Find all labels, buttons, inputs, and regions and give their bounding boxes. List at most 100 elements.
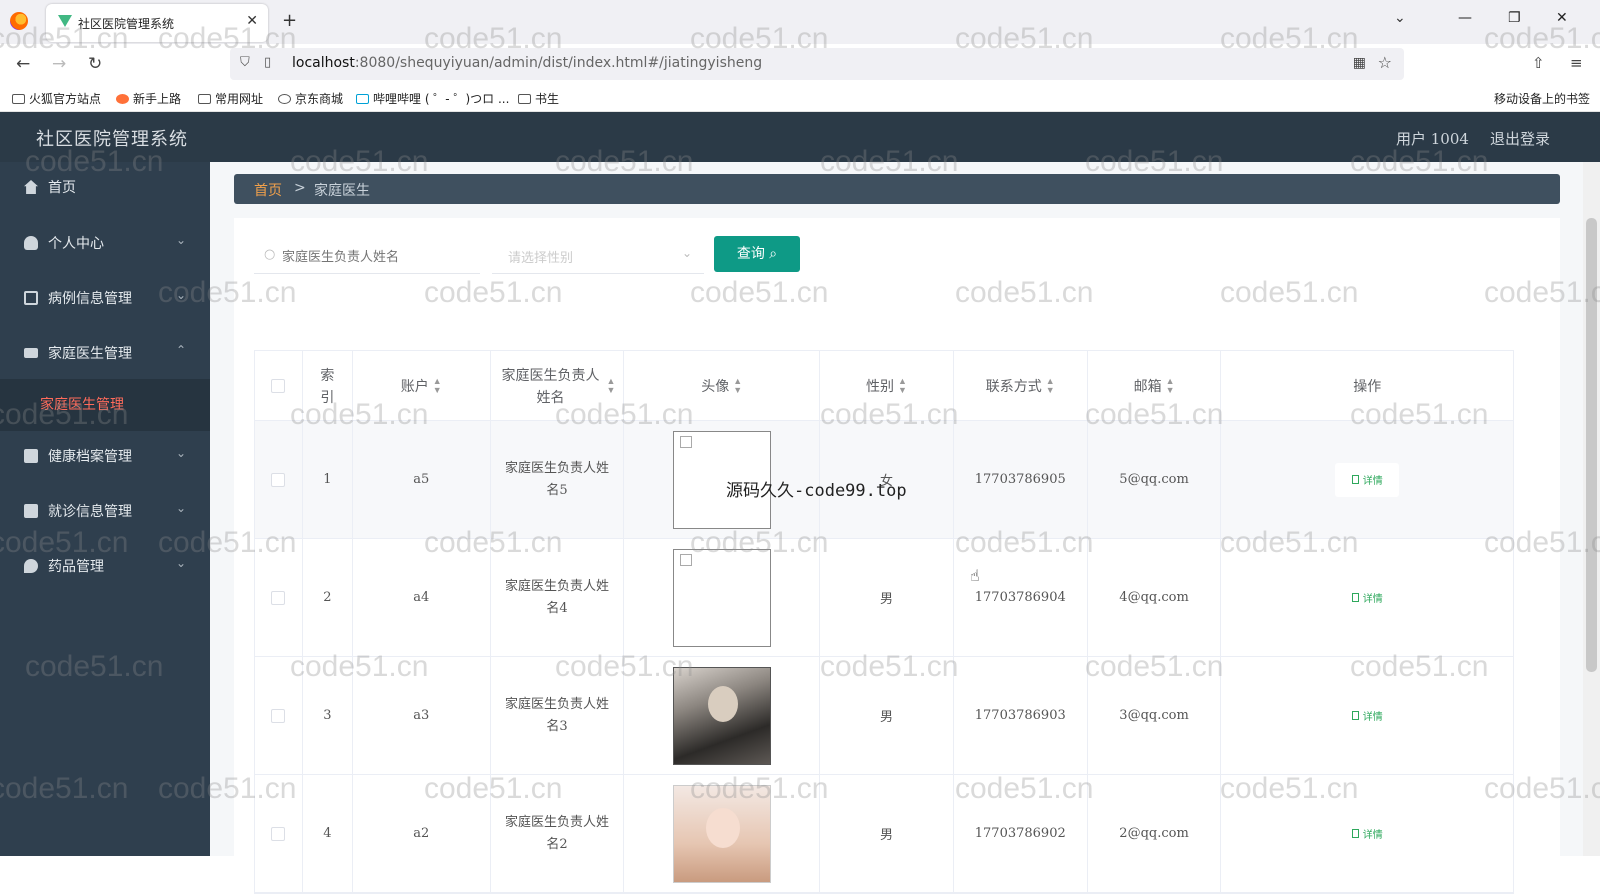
browser-tab[interactable]: 社区医院管理系统 ✕ (46, 4, 268, 42)
sort-icon[interactable]: ▲ ▼ (1046, 376, 1055, 395)
bilibili-icon (356, 94, 369, 104)
list-tabs-icon[interactable]: ⌄ (1394, 10, 1406, 26)
row-checkbox[interactable] (271, 826, 286, 841)
folder-icon (518, 94, 531, 104)
bookmark-item[interactable]: 新手上路 (116, 90, 181, 107)
url-text[interactable]: localhost:8080/shequyiyuan/admin/dist/in… (292, 55, 762, 71)
row-name-cell: 家庭医生负责人姓名3 (491, 657, 625, 774)
header-index: 索引 (303, 351, 353, 420)
query-button[interactable]: 查询 ⌕ (714, 236, 800, 272)
document-icon (1351, 829, 1359, 838)
sidebar-item-case-info[interactable]: 病例信息管理 ⌄ (0, 273, 210, 325)
row-select-cell (255, 421, 303, 538)
header-phone[interactable]: 联系方式 ▲ ▼ (954, 351, 1088, 420)
forward-icon[interactable]: → (52, 54, 66, 74)
document-icon (1351, 593, 1359, 602)
row-checkbox[interactable] (271, 708, 286, 723)
row-avatar-cell (624, 657, 821, 774)
page-scrollbar[interactable] (1583, 162, 1600, 856)
app-title: 社区医院管理系统 (36, 129, 188, 150)
bookmark-item[interactable]: 常用网址 (198, 90, 263, 107)
search-icon: ⌕ (769, 246, 778, 262)
restore-icon[interactable]: ❐ (1508, 10, 1521, 26)
detail-button[interactable]: 详情 (1335, 580, 1400, 615)
menu-icon[interactable]: ≡ (1570, 54, 1583, 72)
sort-icon[interactable]: ▲ ▼ (433, 376, 442, 395)
row-phone: 17703786902 (954, 775, 1088, 892)
back-icon[interactable]: ← (16, 54, 30, 74)
sort-icon[interactable]: ▲ ▼ (733, 376, 742, 395)
window-close-icon[interactable]: ✕ (1556, 10, 1568, 26)
minimize-icon[interactable]: — (1458, 10, 1472, 26)
overlay-watermark-text: 源码久久-code99.top (726, 481, 907, 501)
main-content: 首页 > 家庭医生 ○ 请选择性别 ⌄ 查询 ⌕ 索引 账户▲▼ 家庭医生负责人… (210, 162, 1583, 894)
sidebar-item-profile[interactable]: 个人中心 ⌄ (0, 218, 210, 270)
bookmark-item[interactable]: 京东商城 (278, 90, 343, 107)
sidebar-item-label: 病例信息管理 (48, 291, 132, 307)
avatar-face (707, 685, 738, 722)
message-icon (24, 291, 38, 305)
sidebar-item-health-records[interactable]: 健康档案管理 ⌄ (0, 431, 210, 483)
header-gender[interactable]: 性别 ▲ ▼ (820, 351, 954, 420)
globe-icon (278, 94, 291, 104)
row-name: 家庭医生负责人姓名5 (505, 460, 610, 498)
header-name[interactable]: 家庭医生负责人姓名 ▲ ▼ (491, 351, 625, 420)
row-index: 1 (303, 421, 353, 538)
row-select-cell (255, 657, 303, 774)
sort-icon[interactable]: ▲ ▼ (898, 376, 907, 395)
name-search-input[interactable] (282, 244, 472, 268)
detail-button[interactable]: 详情 (1335, 462, 1400, 497)
shield-icon[interactable]: ⛉ (240, 55, 250, 70)
breadcrumb-home[interactable]: 首页 (254, 180, 282, 200)
bookmark-item[interactable]: 书生 (518, 90, 559, 107)
app-header: 社区医院管理系统 用户 1004 退出登录 (0, 112, 1600, 162)
reload-icon[interactable]: ↻ (88, 54, 102, 74)
detail-button[interactable]: 详情 (1335, 698, 1400, 733)
header-account[interactable]: 账户 ▲ ▼ (353, 351, 491, 420)
page-info-icon[interactable]: ▯ (264, 55, 271, 70)
detail-button-label: 详情 (1362, 830, 1383, 841)
table-row[interactable]: 3 a3 家庭医生负责人姓名3 男 17703786903 3@qq.com 详… (255, 657, 1513, 775)
sidebar-item-family-doctor[interactable]: 家庭医生管理 ⌃ (0, 328, 210, 380)
new-tab-icon[interactable]: + (282, 10, 297, 31)
bookmark-item[interactable]: 火狐官方站点 (12, 90, 101, 107)
row-actions-cell: 详情 (1221, 657, 1513, 774)
url-bar[interactable]: ⛉ ▯ localhost:8080/shequyiyuan/admin/dis… (230, 48, 1404, 80)
header-label: 家庭医生负责人姓名 (501, 366, 600, 405)
sort-icon[interactable]: ▲ ▼ (1166, 376, 1175, 395)
row-checkbox[interactable] (271, 590, 286, 605)
logout-link[interactable]: 退出登录 (1490, 128, 1550, 149)
bookmark-item[interactable]: 哔哩哔哩 ( ゜- ゜)つロ ... (356, 90, 509, 107)
header-label: 索引 (320, 366, 335, 405)
firefox-icon[interactable] (10, 12, 28, 30)
mobile-bookmarks[interactable]: 移动设备上的书签 (1494, 90, 1590, 107)
name-search-field[interactable]: ○ (254, 238, 480, 274)
table-row[interactable]: 2 a4 家庭医生负责人姓名4 男 17703786904 4@qq.com 详… (255, 539, 1513, 657)
header-email[interactable]: 邮箱 ▲ ▼ (1088, 351, 1222, 420)
close-tab-icon[interactable]: ✕ (246, 13, 258, 29)
detail-button[interactable]: 详情 (1335, 816, 1400, 851)
row-name-cell: 家庭医生负责人姓名4 (491, 539, 625, 656)
scrollbar-thumb[interactable] (1586, 218, 1597, 672)
qr-code-icon[interactable]: ▦ (1353, 55, 1366, 71)
sidebar-item-label: 药品管理 (48, 559, 104, 575)
sidebar-item-medicine[interactable]: 药品管理 ⌄ (0, 541, 210, 593)
broken-image-icon (679, 553, 692, 566)
extensions-icon[interactable]: ⇧ (1532, 54, 1545, 72)
sidebar-item-label: 健康档案管理 (48, 449, 132, 465)
table-row[interactable]: 4 a2 家庭医生负责人姓名2 男 17703786902 2@qq.com 详… (255, 775, 1513, 893)
gender-select[interactable]: 请选择性别 ⌄ (492, 238, 704, 274)
sidebar-item-visit-info[interactable]: 就诊信息管理 ⌄ (0, 486, 210, 538)
header-label: 头像 (701, 377, 730, 394)
bookmark-star-icon[interactable]: ☆ (1378, 53, 1392, 72)
chevron-down-icon: ⌄ (681, 246, 692, 260)
submenu-item-family-doctor[interactable]: 家庭医生管理 (0, 379, 210, 431)
sort-icon[interactable]: ▲ ▼ (607, 376, 616, 395)
chevron-down-icon: ⌄ (176, 501, 187, 515)
sidebar-item-home[interactable]: 首页 (0, 162, 210, 214)
select-all-checkbox[interactable] (271, 378, 286, 393)
header-avatar[interactable]: 头像 ▲ ▼ (624, 351, 821, 420)
row-checkbox[interactable] (271, 472, 286, 487)
row-gender: 男 (820, 657, 954, 774)
user-icon (24, 236, 38, 250)
